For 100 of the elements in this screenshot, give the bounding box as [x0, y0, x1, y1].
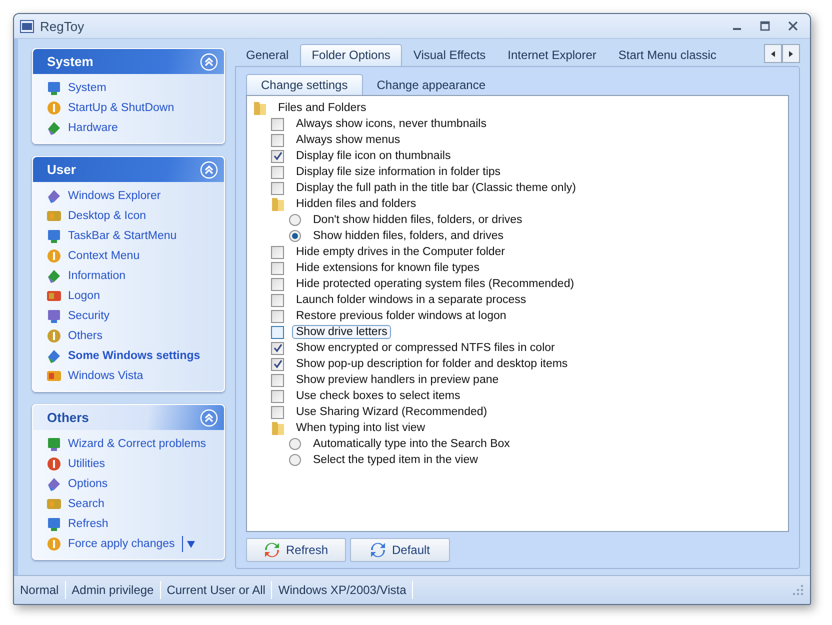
checkbox[interactable]	[271, 134, 284, 146]
checkbox[interactable]	[271, 278, 284, 290]
tree-folder-label[interactable]: Files and Folders	[274, 101, 370, 115]
option-label: Don't show hidden files, folders, or drives	[312, 213, 524, 227]
tab[interactable]: Change settings	[246, 74, 363, 96]
folder-icon	[271, 196, 285, 212]
panel-title: User	[47, 162, 76, 177]
status-text: Normal	[14, 581, 66, 599]
action-button[interactable]: Default	[350, 538, 450, 562]
checkbox[interactable]	[271, 326, 284, 338]
sidebar-item[interactable]: Hardware	[33, 118, 224, 138]
app-icon	[46, 516, 62, 532]
option-label: Hide protected operating system files (Recommended)	[295, 277, 576, 291]
tab[interactable]: Internet Explorer	[496, 45, 608, 66]
panel-header[interactable]: User	[33, 157, 224, 182]
resize-grip-icon[interactable]	[792, 584, 804, 596]
app-icon	[46, 188, 62, 204]
option-label: Display the full path in the title bar (Classic theme only)	[295, 181, 577, 195]
option-label: Launch folder windows in a separate process	[295, 293, 528, 307]
checkbox[interactable]	[271, 310, 284, 322]
checkbox[interactable]	[271, 294, 284, 306]
tab[interactable]: Change appearance	[362, 75, 500, 96]
sidebar-item[interactable]: Windows Explorer	[33, 186, 224, 206]
panel-header[interactable]: System	[33, 49, 224, 74]
checkbox[interactable]	[271, 358, 284, 370]
app-icon	[46, 368, 62, 384]
sidebar-item[interactable]: Desktop & Icon	[33, 206, 224, 226]
sidebar-item[interactable]: System	[33, 78, 224, 98]
app-icon	[46, 348, 62, 364]
app-icon	[46, 288, 62, 304]
app-icon	[20, 20, 34, 32]
sidebar-item[interactable]: TaskBar & StartMenu	[33, 226, 224, 246]
checkbox[interactable]	[271, 118, 284, 130]
dropdown-icon[interactable]	[186, 539, 196, 549]
radio-button[interactable]	[289, 214, 301, 226]
option-label: Always show icons, never thumbnails	[295, 117, 488, 131]
collapse-icon[interactable]	[200, 52, 218, 70]
option-label: Hide empty drives in the Computer folder	[295, 245, 506, 259]
tree-folder-label[interactable]: When typing into list view	[292, 421, 430, 435]
option-label: Select the typed item in the view	[312, 453, 479, 467]
scroll-right-button[interactable]	[782, 44, 800, 63]
panel-header[interactable]: Others	[33, 405, 224, 430]
app-icon	[46, 268, 62, 284]
scroll-left-button[interactable]	[764, 44, 782, 63]
tab[interactable]: Folder Options	[300, 44, 402, 66]
window-title: RegToy	[40, 18, 86, 34]
radio-button[interactable]	[289, 438, 301, 450]
checkbox[interactable]	[271, 406, 284, 418]
tab[interactable]: Start Menu classic	[607, 45, 728, 66]
tab[interactable]: Visual Effects	[402, 45, 497, 66]
sidebar-item[interactable]: Some Windows settings	[33, 346, 224, 366]
sidebar-item[interactable]: Options	[33, 474, 224, 494]
panel-title: Others	[47, 410, 89, 425]
sidebar-item[interactable]: Utilities	[33, 454, 224, 474]
sidebar-item[interactable]: Windows Vista	[33, 366, 224, 386]
tab[interactable]: General	[235, 45, 300, 66]
option-label: Show encrypted or compressed NTFS files in color	[295, 341, 556, 355]
app-icon	[46, 80, 62, 96]
option-label: Show preview handlers in preview pane	[295, 373, 500, 387]
sidebar-item[interactable]: Others	[33, 326, 224, 346]
tree-folder-label[interactable]: Hidden files and folders	[292, 197, 420, 211]
option-label: Always show menus	[295, 133, 402, 147]
collapse-icon[interactable]	[200, 408, 218, 426]
radio-button[interactable]	[289, 230, 301, 242]
radio-button[interactable]	[289, 454, 301, 466]
close-icon[interactable]	[787, 20, 799, 32]
left-arrow-icon	[769, 50, 777, 58]
app-icon	[46, 228, 62, 244]
app-icon	[46, 248, 62, 264]
checkbox[interactable]	[271, 166, 284, 178]
sidebar-item[interactable]: Context Menu	[33, 246, 224, 266]
action-button[interactable]: Refresh	[246, 538, 346, 562]
checkbox[interactable]	[271, 390, 284, 402]
status-text: Windows XP/2003/Vista	[272, 581, 414, 599]
status-text: Current User or All	[160, 581, 272, 599]
option-label: Hide extensions for known file types	[295, 261, 480, 275]
sidebar-item[interactable]: StartUp & ShutDown	[33, 98, 224, 118]
sidebar-item[interactable]: Security	[33, 306, 224, 326]
sidebar-item[interactable]: Logon	[33, 286, 224, 306]
sidebar-item[interactable]: Wizard & Correct problems	[33, 434, 224, 454]
checkbox[interactable]	[271, 246, 284, 258]
checkbox[interactable]	[271, 182, 284, 194]
option-label: Use check boxes to select items	[295, 389, 462, 403]
sidebar-item[interactable]: Refresh	[33, 514, 224, 534]
sidebar-item[interactable]: Information	[33, 266, 224, 286]
status-text: Admin privilege	[66, 581, 161, 599]
app-icon	[46, 328, 62, 344]
folder-icon	[253, 100, 267, 116]
right-arrow-icon	[787, 50, 795, 58]
collapse-icon[interactable]	[200, 160, 218, 178]
checkbox[interactable]	[271, 150, 284, 162]
maximize-icon[interactable]	[759, 20, 771, 32]
checkbox[interactable]	[271, 342, 284, 354]
checkbox[interactable]	[271, 374, 284, 386]
sidebar-item[interactable]: Search	[33, 494, 224, 514]
app-icon	[46, 496, 62, 512]
refresh-icon	[264, 542, 280, 558]
panel-title: System	[47, 54, 94, 69]
checkbox[interactable]	[271, 262, 284, 274]
sidebar-item[interactable]: Force apply changes	[33, 534, 224, 554]
